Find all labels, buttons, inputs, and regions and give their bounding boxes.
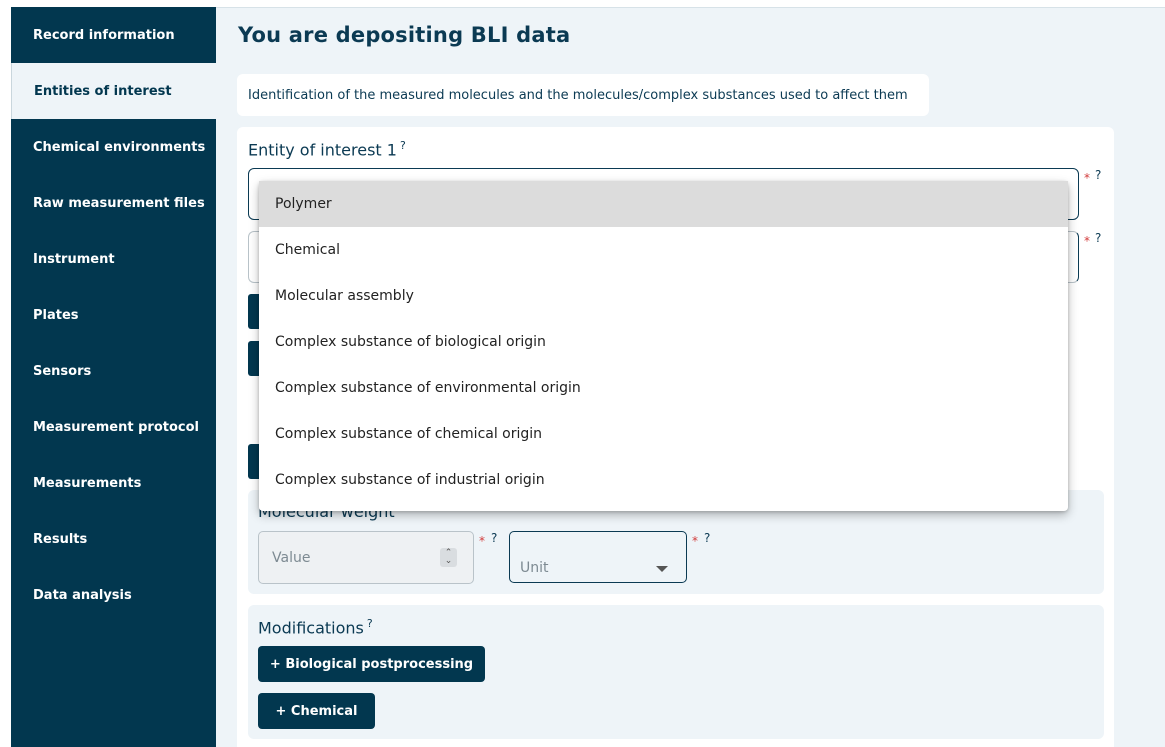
help-icon[interactable]: ? [491,531,497,545]
dropdown-option-chemical[interactable]: Chemical [259,227,1068,273]
value-placeholder: Value [272,549,311,566]
required-marker: * [1084,171,1090,185]
dropdown-option-chemical-origin[interactable]: Complex substance of chemical origin [259,411,1068,457]
entity-type-dropdown: Polymer Chemical Molecular assembly Comp… [259,181,1068,511]
help-icon[interactable]: ? [1095,231,1101,245]
unit-placeholder: Unit [520,560,549,576]
add-biological-postprocessing-button[interactable]: + Biological postprocessing [258,646,485,682]
help-icon[interactable]: ? [1095,168,1101,182]
modifications-title-text: Modifications [258,618,364,638]
molecular-weight-value-input[interactable]: Value ⌃ ⌄ [258,531,474,584]
caret-down-icon [656,566,668,572]
sidebar-item-instrument[interactable]: Instrument [11,231,216,287]
sidebar-item-measurement-protocol[interactable]: Measurement protocol [11,399,216,455]
required-marker: * [479,534,485,548]
help-icon[interactable]: ? [400,139,406,152]
modifications-panel: Modifications? + Biological postprocessi… [248,605,1104,739]
help-icon[interactable]: ? [704,531,710,545]
required-marker: * [692,534,698,548]
molecular-weight-unit-select[interactable]: Unit [509,531,687,583]
sidebar-item-chemical-environments[interactable]: Chemical environments [11,119,216,175]
sidebar: Record information Entities of interest … [11,7,216,747]
modifications-title: Modifications? [258,617,373,637]
sidebar-item-plates[interactable]: Plates [11,287,216,343]
add-chemical-button[interactable]: + Chemical [258,693,375,729]
sidebar-item-record-information[interactable]: Record information [11,7,216,63]
stepper-icon[interactable]: ⌃ ⌄ [440,548,457,567]
dropdown-option-environmental-origin[interactable]: Complex substance of environmental origi… [259,365,1068,411]
entity-title: Entity of interest 1? [248,139,406,159]
page-title: You are depositing BLI data [238,23,571,47]
help-icon[interactable]: ? [367,617,373,630]
intro-text: Identification of the measured molecules… [237,74,929,116]
sidebar-item-data-analysis[interactable]: Data analysis [11,567,216,623]
sidebar-item-raw-measurement-files[interactable]: Raw measurement files [11,175,216,231]
entity-title-text: Entity of interest 1 [248,140,397,160]
sidebar-item-entities-of-interest[interactable]: Entities of interest [11,63,216,119]
sidebar-item-measurements[interactable]: Measurements [11,455,216,511]
dropdown-option-polymer[interactable]: Polymer [259,181,1068,227]
dropdown-option-biological-origin[interactable]: Complex substance of biological origin [259,319,1068,365]
dropdown-option-industrial-origin[interactable]: Complex substance of industrial origin [259,457,1068,503]
dropdown-option-molecular-assembly[interactable]: Molecular assembly [259,273,1068,319]
sidebar-item-sensors[interactable]: Sensors [11,343,216,399]
sidebar-item-results[interactable]: Results [11,511,216,567]
required-marker: * [1084,234,1090,248]
